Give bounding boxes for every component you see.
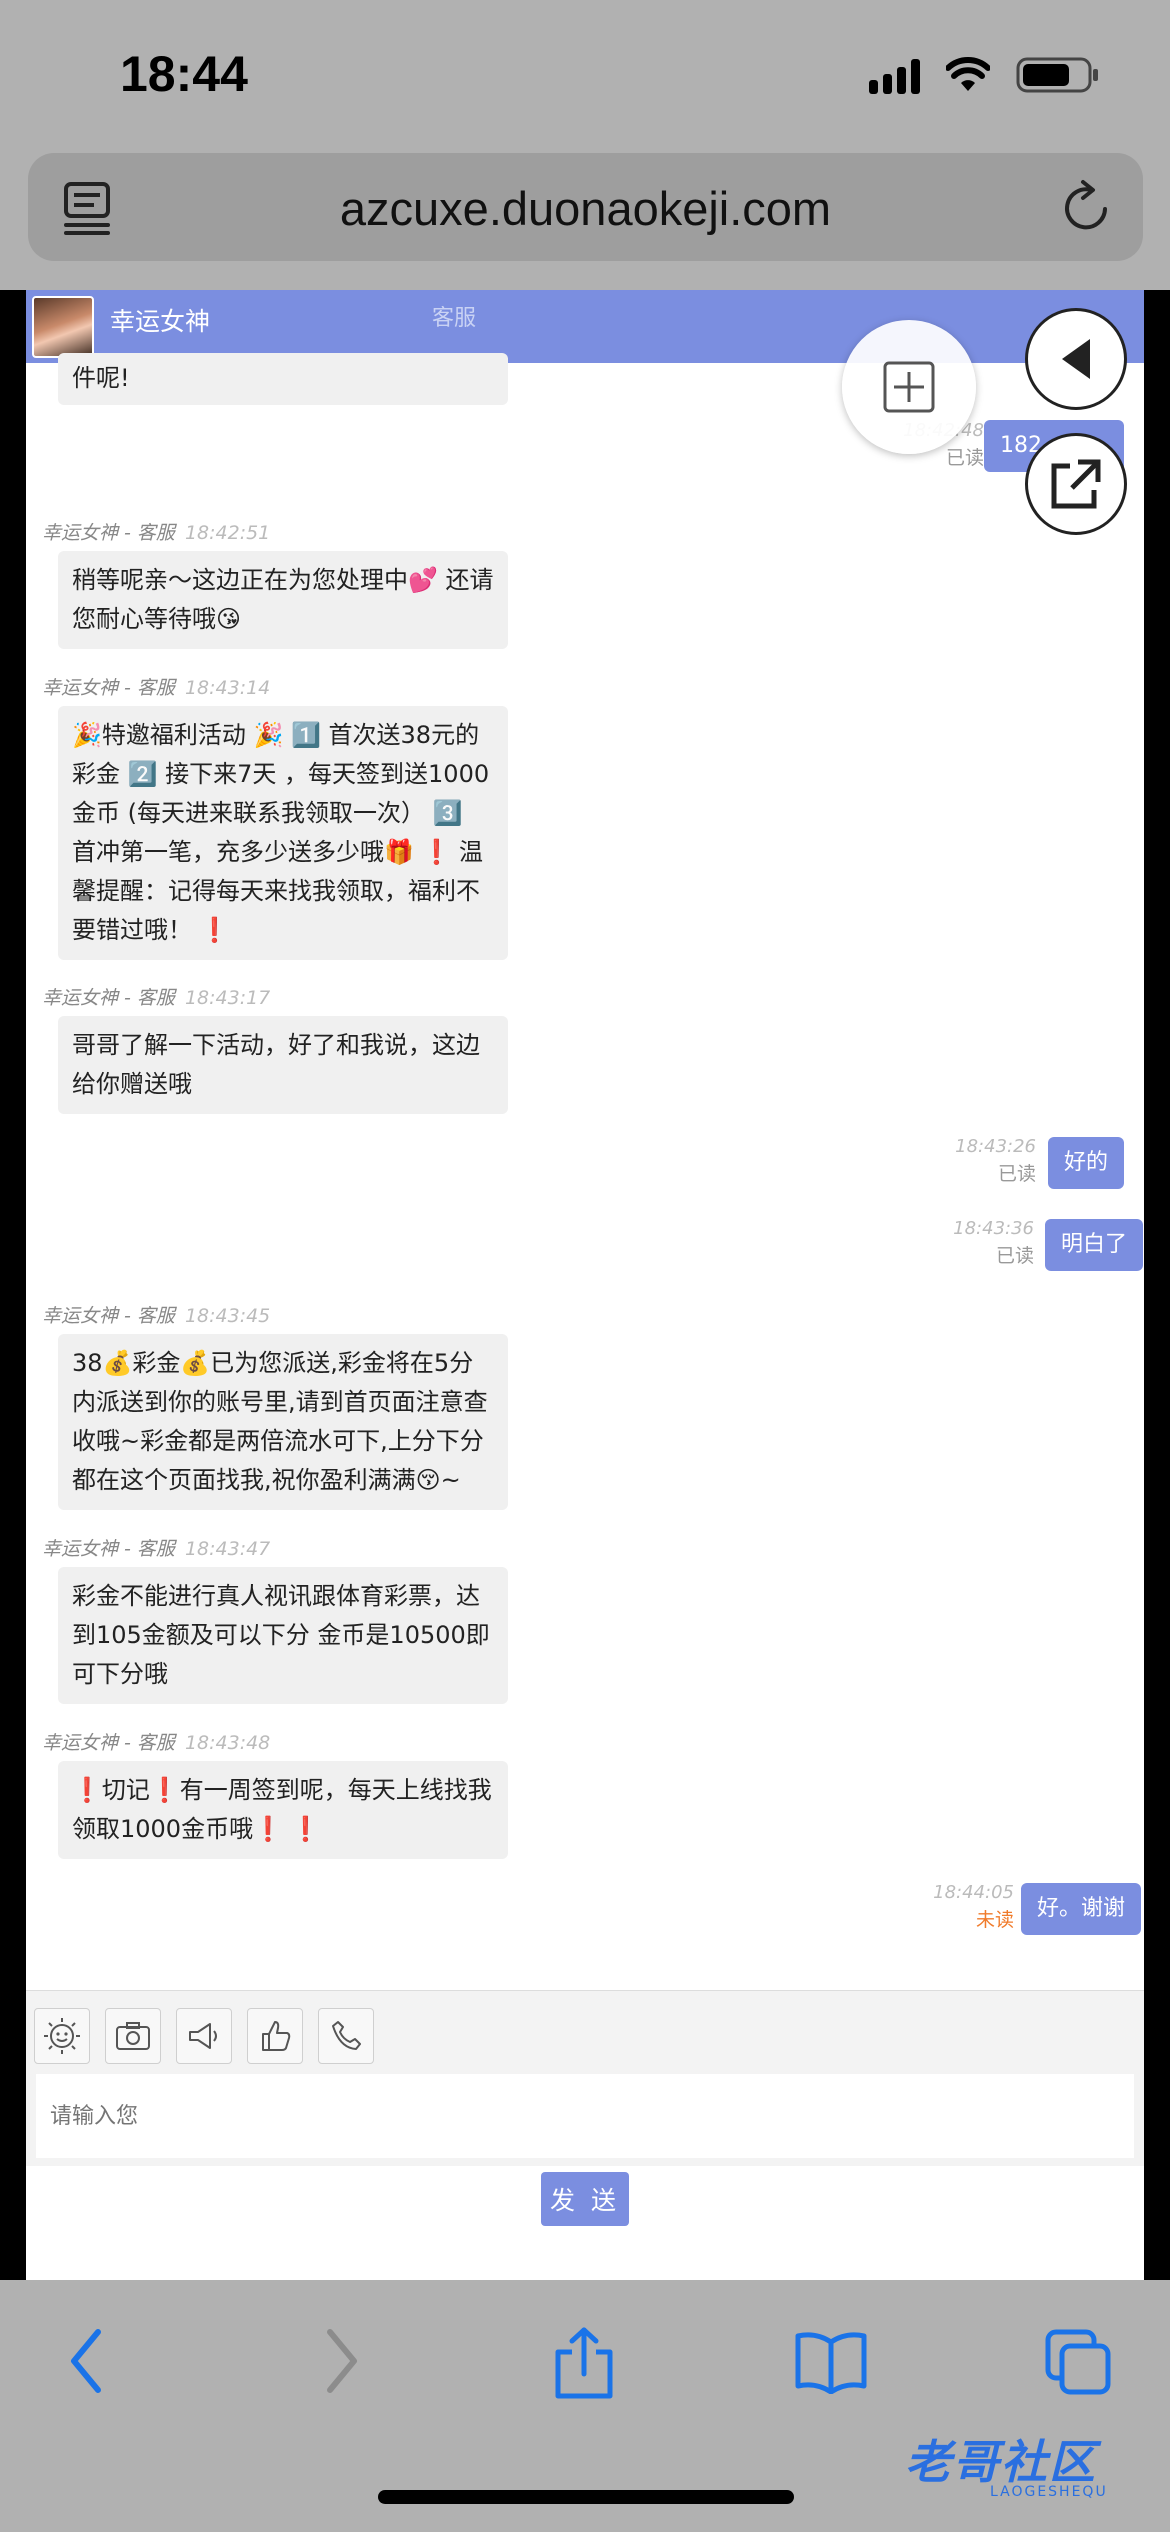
message-time: 18:43:45 [184,1305,271,1327]
address-bar[interactable]: azcuxe.duonaokeji.com [28,153,1143,261]
message-meta: 幸运女神 - 客服 18:43:17 [42,983,270,1010]
my-message-bubble: 好的 [1048,1137,1125,1189]
share-icon[interactable] [552,2326,616,2400]
sender-name: 幸运女神 - 客服 [42,987,175,1009]
thumbs-up-icon [262,2021,291,2051]
message-meta: 幸运女神 - 客服 18:43:14 [42,673,270,700]
camera-icon [116,2022,150,2050]
camera-button[interactable] [105,2008,161,2064]
add-button[interactable] [842,320,976,454]
my-message-bubble: 好。谢谢 [1021,1883,1142,1935]
message-time: 18:43:48 [184,1732,271,1754]
chat-page: 幸运女神 客服 件呢! 18:42:48 已读 182 幸运女神 - 客服18:… [26,290,1144,2280]
back-float-button[interactable] [1025,308,1127,410]
emoji-button[interactable] [34,2008,90,2064]
home-indicator [378,2490,794,2504]
read-status: 已读 [995,1245,1034,1267]
cellular-signal-icon [869,56,920,94]
status-icons [869,55,1100,95]
call-button[interactable] [318,2008,374,2064]
megaphone-icon [189,2023,217,2049]
chat-title: 幸运女神 [110,307,211,336]
send-button[interactable]: 发 送 [541,2172,629,2226]
message-bubble: ❗切记❗有一周签到呢，每天上线找我领取1000金币哦❗ ❗ [58,1761,508,1859]
message-time: 18:43:14 [184,677,271,699]
message-bubble: 38💰彩金💰已为您派送,彩金将在5分内派送到你的账号里,请到首页面注意查收哦~彩… [58,1334,508,1510]
plus-icon [883,361,935,413]
sender-name: 幸运女神 - 客服 [42,1305,175,1327]
emoji-icon [44,2018,80,2054]
watermark-subtext: LAOGESHEQU [990,2484,1108,2500]
message-time: 18:43:26 [955,1136,1036,1157]
message-bubble: 🎉特邀福利活动 🎉 1️⃣ 首次送38元的彩金 2️⃣ 接下来7天 ，每天签到送… [58,706,508,960]
url-text[interactable]: azcuxe.duonaokeji.com [28,181,1143,236]
message-time: 18:42:51 [184,522,271,544]
reload-icon[interactable] [1061,179,1113,235]
read-status: 已读 [997,1163,1036,1185]
phone-icon [332,2021,361,2050]
sender-name: 幸运女神 - 客服 [42,677,175,699]
message-bubble: 彩金不能进行真人视讯跟体育彩票，达到105金额及可以下分 金币是10500即可下… [58,1567,508,1704]
sender-name: 幸运女神 - 客服 [42,522,175,544]
message-time: 18:43:47 [184,1538,271,1560]
my-message-bubble: 明白了 [1045,1219,1144,1271]
message-bubble: 稍等呢亲～这边正在为您处理中💕 还请您耐心等待哦😘 [58,551,508,649]
wifi-icon [946,57,990,91]
open-external-button[interactable] [1025,433,1127,535]
message-meta: 幸运女神 - 客服 18:43:47 [42,1534,270,1561]
message-meta: 幸运女神 - 客服 18:42:51 [42,518,270,545]
sender-name: 幸运女神 - 客服 [42,1732,175,1754]
message-bubble: 件呢! [58,353,508,405]
external-link-icon [1051,459,1101,509]
message-meta: 幸运女神 - 客服 18:43:45 [42,1301,270,1328]
web-viewport: 幸运女神 客服 件呢! 18:42:48 已读 182 幸运女神 - 客服18:… [0,290,1170,2280]
chat-role: 客服 [432,306,477,331]
tabs-icon[interactable] [1044,2328,1114,2398]
read-status: 已读 [945,447,984,469]
bookmarks-icon[interactable] [794,2330,868,2394]
watermark-logo: 老哥社区 [905,2435,1097,2489]
message-input[interactable] [36,2074,1134,2158]
battery-icon [1016,57,1098,93]
agent-avatar [32,296,94,358]
message-time: 18:43:17 [184,987,271,1009]
status-time: 18:44 [120,46,248,102]
message-time: 18:43:36 [953,1218,1034,1239]
unread-status: 未读 [975,1909,1014,1931]
voice-button[interactable] [176,2008,232,2064]
sender-name: 幸运女神 - 客服 [42,1538,175,1560]
back-icon[interactable] [66,2326,106,2396]
message-time: 18:44:05 [933,1882,1014,1903]
forward-icon[interactable] [322,2326,362,2396]
triangle-left-icon [1062,339,1090,379]
like-button[interactable] [247,2008,303,2064]
message-meta: 幸运女神 - 客服 18:43:48 [42,1728,270,1755]
message-bubble: 哥哥了解一下活动，好了和我说，这边给你赠送哦 [58,1016,508,1114]
